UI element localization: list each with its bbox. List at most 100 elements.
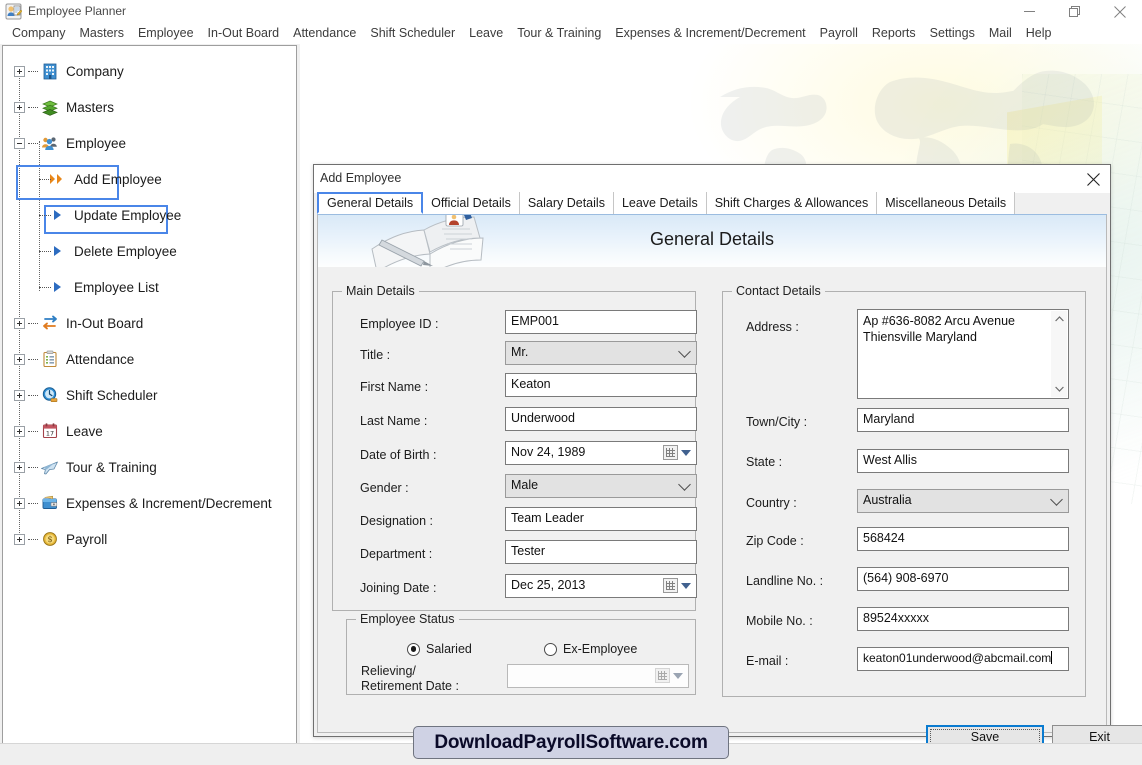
menubar: Company Masters Employee In-Out Board At… bbox=[0, 23, 1142, 44]
calendar-icon[interactable] bbox=[663, 578, 678, 593]
menu-item-attendance[interactable]: Attendance bbox=[286, 24, 363, 43]
dialog-close-icon[interactable] bbox=[1082, 168, 1104, 190]
clipboard-icon bbox=[40, 350, 59, 369]
salaried-radio[interactable]: Salaried bbox=[407, 642, 472, 656]
sidebar-item-payroll[interactable]: $ Payroll bbox=[4, 521, 295, 557]
expander-plus-icon[interactable] bbox=[14, 65, 25, 77]
sidebar-item-in-out-board[interactable]: In-Out Board bbox=[4, 305, 295, 341]
sidebar-item-shift-scheduler[interactable]: Shift Scheduler bbox=[4, 377, 295, 413]
town-city-input[interactable]: Maryland bbox=[857, 408, 1069, 432]
menu-item-reports[interactable]: Reports bbox=[865, 24, 923, 43]
menu-item-company[interactable]: Company bbox=[5, 24, 73, 43]
sidebar-item-attendance[interactable]: Attendance bbox=[4, 341, 295, 377]
dropdown-triangle-icon[interactable] bbox=[681, 583, 691, 589]
calendar-icon[interactable] bbox=[663, 445, 678, 460]
sidebar-item-employee[interactable]: Employee bbox=[4, 125, 295, 161]
maximize-restore-button[interactable] bbox=[1052, 0, 1097, 23]
email-input[interactable]: keaton01underwood@abcmail.com bbox=[857, 647, 1069, 671]
dropdown-triangle-icon[interactable] bbox=[673, 673, 683, 679]
calendar-17-icon: 17 bbox=[40, 422, 59, 441]
title-select-value: Mr. bbox=[511, 345, 529, 359]
application-window: Employee Planner Company Masters Employe… bbox=[0, 0, 1142, 765]
salaried-label: Salaried bbox=[426, 642, 472, 656]
gender-select-value: Male bbox=[511, 478, 539, 492]
sidebar-item-employee-list[interactable]: Employee List bbox=[4, 269, 295, 305]
sidebar-item-label: Leave bbox=[66, 423, 103, 439]
country-select[interactable]: Australia bbox=[857, 489, 1069, 513]
mobile-label: Mobile No. : bbox=[746, 614, 813, 628]
watermark-text: DownloadPayrollSoftware.com bbox=[434, 731, 708, 753]
sidebar-item-delete-employee[interactable]: Delete Employee bbox=[4, 233, 295, 269]
tab-general-details[interactable]: General Details bbox=[317, 192, 424, 214]
date-of-birth-label: Date of Birth : bbox=[360, 448, 437, 462]
state-input[interactable]: West Allis bbox=[857, 449, 1069, 473]
expander-plus-icon[interactable] bbox=[14, 317, 25, 329]
sidebar-item-company[interactable]: Company bbox=[4, 53, 295, 89]
tab-leave-details[interactable]: Leave Details bbox=[613, 192, 707, 214]
relieving-date-input[interactable] bbox=[507, 664, 689, 688]
menu-item-settings[interactable]: Settings bbox=[923, 24, 982, 43]
sidebar-item-label: Attendance bbox=[66, 351, 135, 367]
date-of-birth-input[interactable]: Nov 24, 1989 bbox=[505, 441, 697, 465]
title-select[interactable]: Mr. bbox=[505, 341, 697, 365]
first-name-input[interactable]: Keaton bbox=[505, 373, 697, 397]
expander-plus-icon[interactable] bbox=[14, 101, 25, 113]
relieving-date-label-line1: Relieving/ bbox=[361, 664, 416, 678]
landline-input[interactable]: (564) 908-6970 bbox=[857, 567, 1069, 591]
menu-item-payroll[interactable]: Payroll bbox=[813, 24, 865, 43]
dropdown-triangle-icon[interactable] bbox=[681, 450, 691, 456]
email-label: E-mail : bbox=[746, 654, 789, 668]
address-scrollbar[interactable] bbox=[1051, 311, 1067, 397]
sidebar-item-label: Employee List bbox=[74, 279, 159, 295]
contact-details-group: Contact Details Address : Ap #636-8082 A… bbox=[722, 284, 1086, 697]
menu-item-mail[interactable]: Mail bbox=[982, 24, 1019, 43]
sidebar-item-tour-training[interactable]: Tour & Training bbox=[4, 449, 295, 485]
navigation-tree[interactable]: Company Masters Employee Add Employee Up… bbox=[4, 47, 295, 743]
scroll-down-icon[interactable] bbox=[1051, 381, 1067, 397]
mobile-input[interactable]: 89524xxxxx bbox=[857, 607, 1069, 631]
gender-select[interactable]: Male bbox=[505, 474, 697, 498]
expander-plus-icon[interactable] bbox=[14, 389, 25, 401]
tree-dots bbox=[28, 358, 38, 360]
sidebar-item-leave[interactable]: 17 Leave bbox=[4, 413, 295, 449]
department-input[interactable]: Tester bbox=[505, 540, 697, 564]
expander-plus-icon[interactable] bbox=[14, 425, 25, 437]
state-label: State : bbox=[746, 455, 783, 469]
tab-shift-charges-allowances[interactable]: Shift Charges & Allowances bbox=[706, 192, 878, 214]
address-textarea[interactable]: Ap #636-8082 Arcu Avenue Thiensville Mar… bbox=[857, 309, 1069, 399]
expander-plus-icon[interactable] bbox=[14, 353, 25, 365]
menu-item-shift-scheduler[interactable]: Shift Scheduler bbox=[363, 24, 462, 43]
building-icon bbox=[40, 62, 59, 81]
sidebar-item-update-employee[interactable]: Update Employee bbox=[4, 197, 295, 233]
menu-item-help[interactable]: Help bbox=[1019, 24, 1059, 43]
sidebar-item-label: Masters bbox=[66, 99, 115, 115]
zip-code-input[interactable]: 568424 bbox=[857, 527, 1069, 551]
tab-official-details[interactable]: Official Details bbox=[423, 192, 520, 214]
designation-input[interactable]: Team Leader bbox=[505, 507, 697, 531]
menu-item-masters[interactable]: Masters bbox=[73, 24, 131, 43]
joining-date-input[interactable]: Dec 25, 2013 bbox=[505, 574, 697, 598]
panel-title: General Details bbox=[649, 229, 775, 249]
expander-plus-icon[interactable] bbox=[14, 533, 25, 545]
tab-salary-details[interactable]: Salary Details bbox=[519, 192, 614, 214]
menu-item-expenses[interactable]: Expenses & Increment/Decrement bbox=[608, 24, 812, 43]
sidebar-item-masters[interactable]: Masters bbox=[4, 89, 295, 125]
expander-plus-icon[interactable] bbox=[14, 497, 25, 509]
town-city-label: Town/City : bbox=[746, 415, 808, 429]
close-icon[interactable] bbox=[1097, 0, 1142, 23]
scroll-up-icon[interactable] bbox=[1051, 311, 1067, 327]
expander-plus-icon[interactable] bbox=[14, 461, 25, 473]
expander-minus-icon[interactable] bbox=[14, 137, 25, 149]
calendar-icon[interactable] bbox=[655, 668, 670, 683]
last-name-input[interactable]: Underwood bbox=[505, 407, 697, 431]
ex-employee-radio[interactable]: Ex-Employee bbox=[544, 642, 637, 656]
menu-item-tour-training[interactable]: Tour & Training bbox=[510, 24, 608, 43]
menu-item-leave[interactable]: Leave bbox=[462, 24, 510, 43]
menu-item-employee[interactable]: Employee bbox=[131, 24, 201, 43]
tab-miscellaneous-details[interactable]: Miscellaneous Details bbox=[877, 192, 1016, 214]
menu-item-in-out-board[interactable]: In-Out Board bbox=[201, 24, 287, 43]
minimize-button[interactable] bbox=[1007, 0, 1052, 23]
sidebar-item-add-employee[interactable]: Add Employee bbox=[4, 161, 295, 197]
sidebar-item-expenses[interactable]: Expenses & Increment/Decrement bbox=[4, 485, 295, 521]
employee-id-input[interactable]: EMP001 bbox=[505, 310, 697, 334]
